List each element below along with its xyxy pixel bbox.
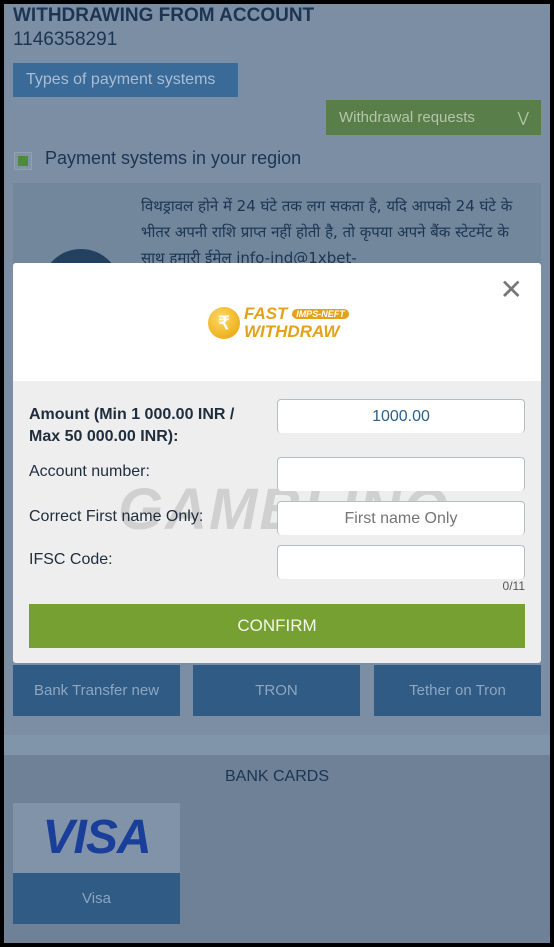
ifsc-label: IFSC Code: [29,551,113,568]
payment-method-bank-transfer[interactable]: Bank Transfer new [13,665,180,716]
page-title: WITHDRAWING FROM ACCOUNT [13,5,315,26]
region-checkbox[interactable] [14,152,32,170]
types-of-payment-button[interactable]: Types of payment systems [13,63,238,97]
logo-badge: IMPS-NEFT [292,309,349,320]
section-divider [4,735,550,755]
close-icon[interactable]: ✕ [500,273,523,306]
account-number-input[interactable] [277,457,525,491]
visa-button[interactable]: Visa [13,873,180,924]
payment-method-tron[interactable]: TRON [193,665,360,716]
first-name-input[interactable] [277,501,525,535]
withdraw-modal: ✕ ₹ FAST IMPS-NEFT WITHDRAW GAMBLINO Amo… [13,263,541,663]
double-chevron-down-icon: ⋁ [517,109,529,125]
logo-text: FAST IMPS-NEFT WITHDRAW [244,305,349,340]
amount-label: Amount (Min 1 000.00 INR / Max 50 000.00… [29,406,235,445]
withdrawal-requests-button[interactable]: Withdrawal requests ⋁ [326,100,541,135]
logo-line2: WITHDRAW [244,322,340,342]
logo-line1: FAST [244,304,288,323]
amount-input[interactable] [277,399,525,433]
ifsc-input[interactable] [277,545,525,579]
visa-logo[interactable]: VISA [13,803,180,873]
visa-logo-text: VISA [42,811,151,864]
ifsc-counter: 0/11 [502,579,525,593]
info-panel: विथड्रावल होने में 24 घंटे तक लग सकता है… [13,183,541,329]
info-text: विथड्रावल होने में 24 घंटे तक लग सकता है… [141,197,513,267]
account-number: 1146358291 [13,29,118,50]
rupee-coin-icon: ₹ [208,307,240,339]
first-name-label: Correct First name Only: [29,508,204,525]
payment-method-tether-on-tron[interactable]: Tether on Tron [374,665,541,716]
checkbox-fill [18,156,28,166]
modal-header: ✕ ₹ FAST IMPS-NEFT WITHDRAW [13,263,541,381]
region-label: Payment systems in your region [45,148,302,168]
withdrawal-requests-label: Withdrawal requests [339,109,475,126]
screen: WITHDRAWING FROM ACCOUNT 1146358291 Type… [4,4,550,943]
confirm-button[interactable]: CONFIRM [29,604,525,648]
bank-cards-title: BANK CARDS [224,768,330,785]
account-number-label: Account number: [29,463,150,480]
